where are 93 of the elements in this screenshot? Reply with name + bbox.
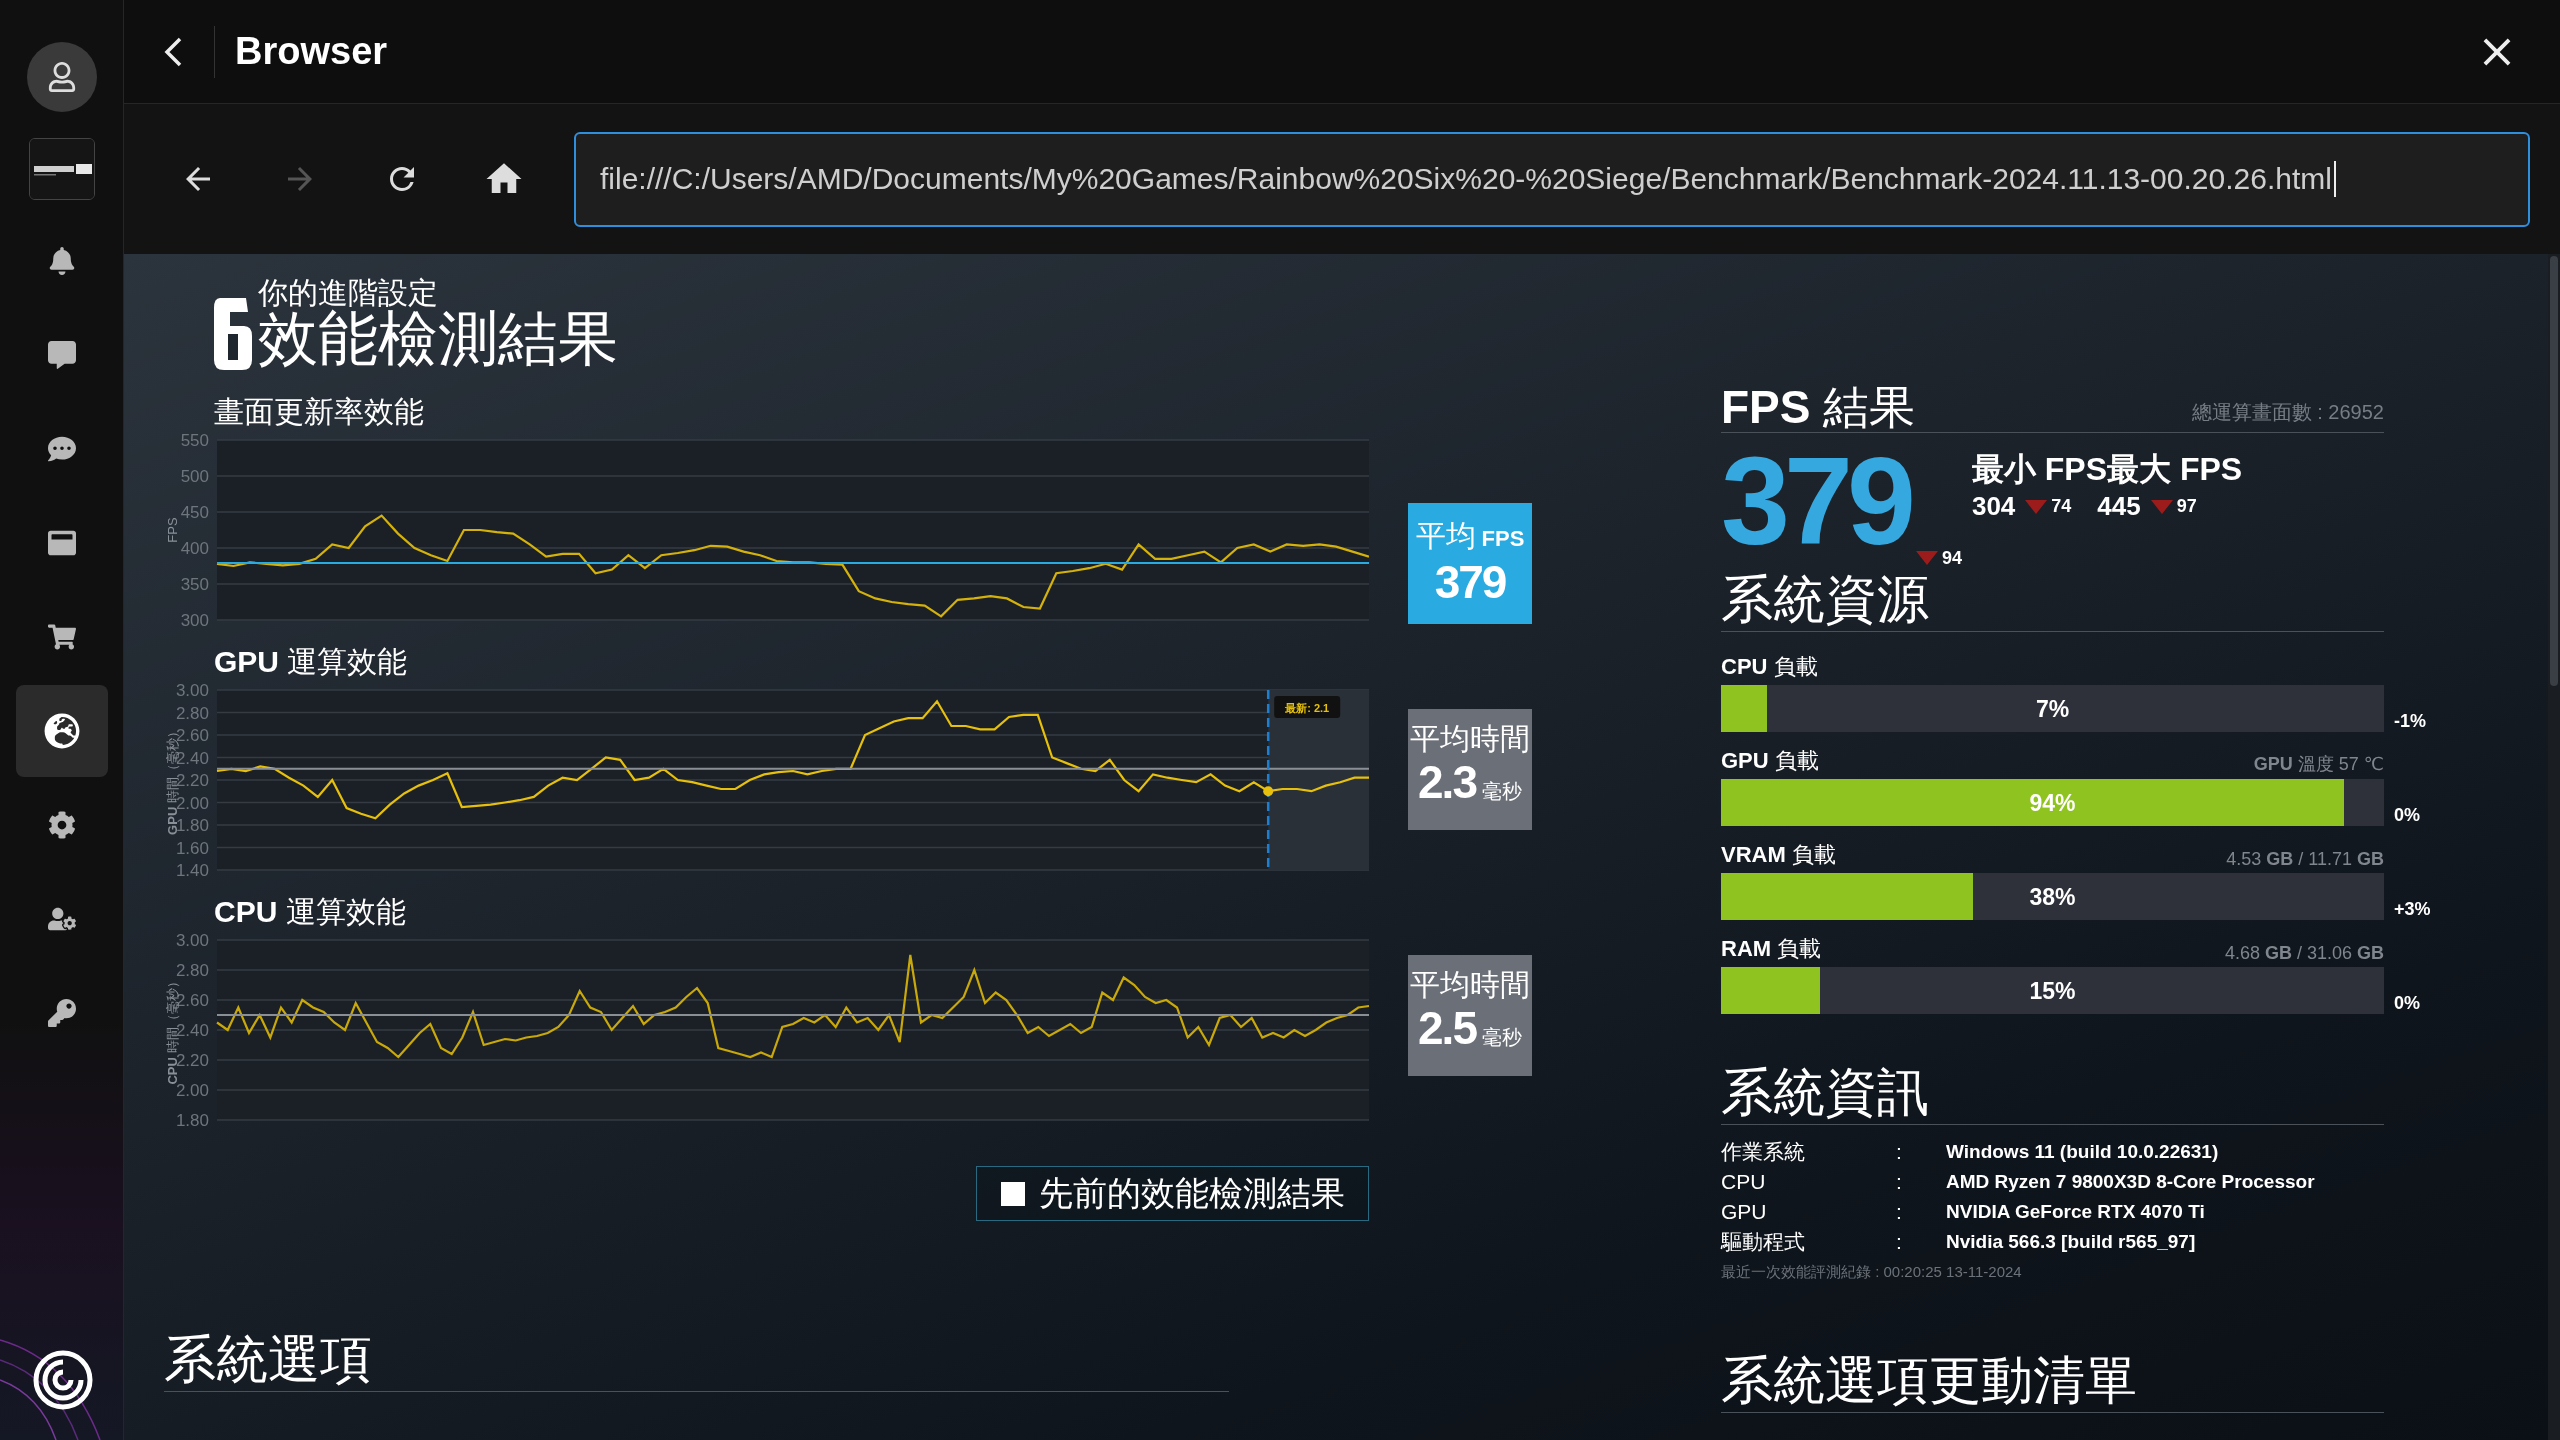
sidebar-item[interactable] — [15, 685, 108, 777]
bell-icon — [47, 247, 76, 275]
usage-reading: 38% — [2029, 883, 2076, 910]
info-separator: : — [1896, 1200, 1903, 1224]
chat-bubble-icon — [47, 341, 76, 369]
delta-value: 74 — [2051, 496, 2072, 517]
section-title: FPS 結果 — [1721, 382, 1916, 432]
tick-label: 3.00 — [175, 681, 209, 700]
resource-label: VRAM 負載 — [1721, 841, 1836, 869]
resource-detail: 4.53 GB / 11.71 GB — [2226, 849, 2384, 870]
chat-dots-icon — [47, 435, 76, 463]
usage-change: 0% — [2394, 993, 2420, 1014]
back-button[interactable] — [164, 36, 182, 67]
marker-label: 最新: 2.1 — [1285, 702, 1330, 714]
tick-label: 1.60 — [175, 838, 209, 858]
text-cursor — [2333, 161, 2336, 197]
stat-label: 最小 FPS — [1971, 451, 2108, 487]
game-button[interactable] — [28, 138, 95, 200]
marker-tag — [1274, 696, 1341, 718]
section-title: 系統選項更動清單 — [1721, 1350, 2384, 1413]
tick-label: 2.80 — [175, 961, 209, 980]
chart-title: 畫面更新率效能 — [214, 394, 425, 430]
chart-title: GPU 運算效能 — [214, 644, 409, 680]
tick-label: 350 — [180, 575, 209, 594]
resource-label: CPU 負載 — [1721, 653, 1818, 681]
tick-label: 400 — [180, 539, 209, 558]
usage-change: -1% — [2394, 711, 2426, 732]
spiral-logo — [33, 1350, 93, 1410]
usage-reading: 15% — [2029, 977, 2076, 1004]
checkbox[interactable] — [1000, 1181, 1025, 1206]
resource-detail: GPU 溫度 57 ℃ — [2253, 753, 2384, 776]
info-label: 作業系統 — [1721, 1139, 1806, 1165]
stat-label: 最大 FPS — [2107, 451, 2243, 487]
tick-label: 550 — [180, 431, 209, 450]
tick-label: 500 — [180, 467, 209, 486]
tick-label: 1.80 — [175, 1111, 209, 1130]
cart-icon — [47, 623, 76, 651]
stat-value: 445 — [2097, 491, 2141, 522]
window-title: Browser — [235, 30, 389, 73]
tick-label: 3.00 — [175, 931, 209, 950]
tick-label: 450 — [180, 503, 209, 522]
previous-results-toggle[interactable]: 先前的效能檢測結果 — [976, 1166, 1369, 1221]
total-frames: 總運算畫面數 : 26952 — [2191, 399, 2384, 432]
usage-change: +3% — [2394, 899, 2431, 920]
info-value: NVIDIA GeForce RTX 4070 Ti — [1946, 1201, 2206, 1223]
toggle-label: 先前的效能檢測結果 — [1038, 1172, 1345, 1214]
resource-detail: 4.68 GB / 31.06 GB — [2224, 943, 2384, 964]
globe-icon — [43, 713, 80, 749]
average-badge: 平均 FPS 379 — [1408, 503, 1532, 625]
chart-title: CPU 運算效能 — [214, 894, 407, 930]
last-record: 最近一次效能評測紀錄 : 00:20:25 13-11-2024 — [1721, 1263, 2023, 1282]
marker-dot — [1263, 786, 1274, 797]
down-triangle-icon — [2150, 499, 2173, 514]
info-label: 驅動程式 — [1721, 1229, 1806, 1255]
usage-reading: 94% — [2029, 789, 2076, 816]
section-title: 系統資源 — [1721, 569, 2384, 632]
resource-label: RAM 負載 — [1721, 935, 1822, 963]
info-separator: : — [1896, 1140, 1903, 1164]
stat-value: 304 — [1971, 491, 2016, 522]
tick-label: 1.40 — [175, 861, 209, 880]
address-field[interactable]: file:///C:/Users/AMD/Documents/My%20Games/Rainbow%20Six%20-%20Siege/Benchmark/Benchmark-2024.11.13-00.20.26.html — [574, 131, 2530, 227]
average-badge: 平均時間 2.5 毫秒 — [1408, 955, 1532, 1076]
resource-label: GPU 負載 — [1721, 747, 1819, 775]
info-value: Windows 11 (build 10.0.22631) — [1946, 1141, 2220, 1163]
down-triangle-icon — [1915, 551, 1938, 565]
subtitle: 你的進階設定 — [258, 278, 439, 308]
user-gear-icon — [47, 905, 76, 933]
info-label: GPU — [1721, 1200, 1768, 1224]
section-title: 系統選項 — [164, 1329, 1229, 1392]
usage-reading: 7% — [2035, 695, 2070, 722]
delta-value: 97 — [2176, 496, 2197, 517]
tick-label: 2.80 — [175, 703, 209, 723]
tick-label: 300 — [180, 611, 209, 630]
average-badge: 平均時間 2.3 毫秒 — [1408, 708, 1532, 830]
page-title: 效能檢測結果 — [258, 308, 618, 370]
delta-value: 94 — [1941, 547, 1962, 569]
six-logo — [214, 298, 252, 370]
info-value: Nvidia 566.3 [build r565_97] — [1946, 1231, 2197, 1253]
window-icon — [47, 529, 76, 557]
info-label: CPU — [1721, 1170, 1767, 1194]
chevron-left-icon — [164, 36, 182, 67]
info-separator: : — [1896, 1170, 1903, 1194]
section-title: 系統資訊 — [1721, 1062, 2384, 1125]
info-separator: : — [1896, 1230, 1903, 1254]
usage-change: 0% — [2394, 805, 2420, 826]
settings-icon — [47, 811, 76, 839]
average-fps: 379 — [1721, 451, 1910, 551]
user-icon — [46, 62, 77, 92]
axis-title: FPS — [165, 517, 180, 543]
key-icon — [47, 999, 76, 1027]
down-triangle-icon — [2025, 499, 2048, 514]
info-value: AMD Ryzen 7 9800X3D 8-Core Processor — [1946, 1171, 2316, 1193]
scrollbar[interactable] — [2548, 254, 2560, 1440]
